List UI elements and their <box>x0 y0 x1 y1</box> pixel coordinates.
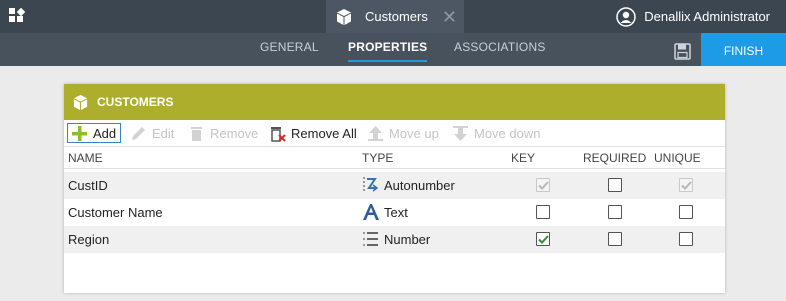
checkmark-icon <box>681 181 692 190</box>
number-type-icon <box>363 232 378 246</box>
add-button[interactable]: Add <box>67 123 121 143</box>
property-type-label: Number <box>384 231 431 247</box>
property-type-label: Autonumber <box>384 177 455 193</box>
remove-all-button-label: Remove All <box>291 125 357 141</box>
trash-icon <box>191 126 202 141</box>
plus-icon <box>72 125 87 141</box>
move-up-icon <box>368 125 383 141</box>
top-bar: Customers ✕ Denallix Administrator <box>0 0 786 33</box>
document-tab[interactable]: Customers ✕ <box>326 0 464 33</box>
text-type-icon <box>363 204 379 220</box>
table-row[interactable]: CustID Autonumber <box>64 172 725 199</box>
card-header: CUSTOMERS <box>64 84 725 120</box>
key-checkbox[interactable] <box>536 178 550 192</box>
column-header-unique[interactable]: UNIQUE <box>654 151 701 165</box>
remove-all-button[interactable]: Remove All <box>269 123 357 143</box>
column-header-type[interactable]: TYPE <box>362 151 393 165</box>
required-checkbox[interactable] <box>608 205 622 219</box>
pencil-icon <box>132 126 145 140</box>
move-down-button-label: Move down <box>474 125 541 141</box>
autonumber-icon <box>363 177 379 192</box>
user-menu[interactable]: Denallix Administrator <box>616 0 770 33</box>
property-type-label: Text <box>384 204 408 220</box>
properties-toolbar: Add Edit Remove Remove All Move up Move … <box>64 120 725 146</box>
properties-card: CUSTOMERS Add Edit Remove Remove All Mov… <box>64 84 725 293</box>
property-name: CustID <box>68 178 108 193</box>
table-row[interactable]: Customer Name Text <box>64 199 725 226</box>
key-checkbox[interactable] <box>536 205 550 219</box>
remove-button-label: Remove <box>210 125 259 141</box>
key-checkbox[interactable] <box>536 232 550 246</box>
column-header-required[interactable]: REQUIRED <box>583 151 646 165</box>
user-name: Denallix Administrator <box>644 9 770 24</box>
close-tab-icon[interactable]: ✕ <box>442 8 457 26</box>
wizard-nav: GENERAL PROPERTIES ASSOCIATIONS <box>0 33 786 66</box>
move-down-icon <box>453 125 468 141</box>
save-icon[interactable] <box>674 43 691 60</box>
smartobject-cube-icon <box>73 94 88 110</box>
property-type: Number <box>362 229 430 249</box>
column-header-key[interactable]: KEY <box>511 151 535 165</box>
finish-button[interactable]: FINISH <box>701 33 786 66</box>
unique-checkbox[interactable] <box>679 232 693 246</box>
column-header-name[interactable]: NAME <box>68 151 103 165</box>
app-menu-icon[interactable] <box>9 8 25 24</box>
checkmark-icon <box>538 235 549 244</box>
table-row[interactable]: Region Number <box>64 226 725 253</box>
tab-associations[interactable]: ASSOCIATIONS <box>454 33 546 66</box>
unique-checkbox[interactable] <box>679 178 693 192</box>
card-title: CUSTOMERS <box>97 95 174 109</box>
smartobject-cube-icon <box>337 8 351 25</box>
required-checkbox[interactable] <box>608 232 622 246</box>
property-type: Text <box>362 202 408 222</box>
move-up-button-label: Move up <box>389 125 439 141</box>
checkmark-icon <box>538 181 549 190</box>
unique-checkbox[interactable] <box>679 205 693 219</box>
move-up-button[interactable]: Move up <box>367 123 439 143</box>
add-button-label: Add <box>93 125 117 141</box>
trash-remove-all-icon <box>271 126 286 142</box>
user-avatar-icon <box>616 6 637 27</box>
document-tab-title: Customers <box>365 9 428 24</box>
move-down-button[interactable]: Move down <box>452 123 540 143</box>
edit-button-label: Edit <box>152 125 175 141</box>
edit-button[interactable]: Edit <box>130 123 174 143</box>
property-name: Region <box>68 232 110 247</box>
tab-general[interactable]: GENERAL <box>260 33 319 66</box>
property-type: Autonumber <box>362 175 455 195</box>
table-header: NAME TYPE KEY REQUIRED UNIQUE <box>64 146 725 169</box>
required-checkbox[interactable] <box>608 178 622 192</box>
tab-properties[interactable]: PROPERTIES <box>348 33 428 66</box>
remove-button[interactable]: Remove <box>188 123 258 143</box>
property-name: Customer Name <box>68 205 163 220</box>
